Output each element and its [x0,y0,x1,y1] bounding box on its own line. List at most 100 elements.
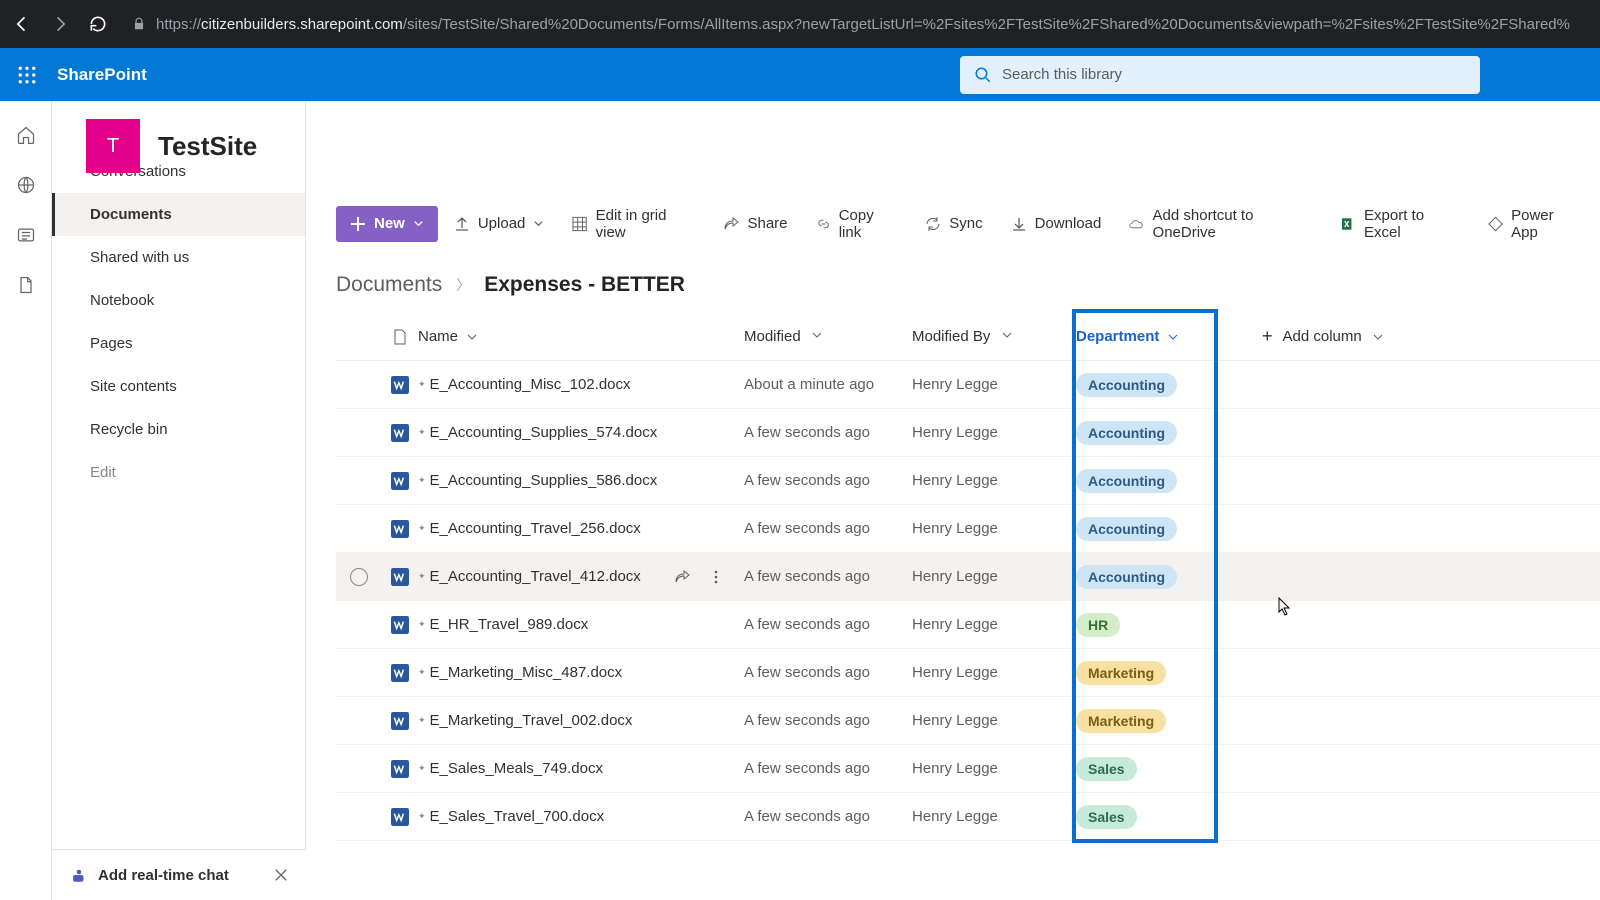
download-button[interactable]: Download [999,206,1114,242]
nav-item-edit[interactable]: Edit [52,451,305,494]
search-input[interactable] [1002,66,1466,83]
news-icon[interactable] [16,225,36,245]
table-row[interactable]: ✦E_Accounting_Supplies_574.docxA few sec… [336,409,1600,457]
modified-by-cell[interactable]: Henry Legge [912,808,1076,825]
department-cell: Accounting [1076,565,1216,589]
upload-button[interactable]: Upload [442,206,557,242]
file-name[interactable]: ✦E_Accounting_Travel_256.docx [418,520,744,537]
modified-cell: A few seconds ago [744,616,912,633]
sync-button[interactable]: Sync [913,206,994,242]
globe-icon[interactable] [16,175,36,195]
edit-grid-button[interactable]: Edit in grid view [560,206,707,242]
word-doc-icon [391,808,409,826]
nav-item-notebook[interactable]: Notebook [52,279,305,322]
column-department[interactable]: Department [1076,328,1216,345]
share-icon [723,216,739,232]
department-pill[interactable]: Accounting [1076,565,1177,589]
site-nav: HomeConversationsDocumentsShared with us… [52,101,306,849]
copy-link-button[interactable]: Copy link [804,206,910,242]
department-pill[interactable]: Accounting [1076,469,1177,493]
table-row[interactable]: ✦E_Marketing_Travel_002.docxA few second… [336,697,1600,745]
select-circle[interactable] [350,568,368,586]
modified-cell: A few seconds ago [744,664,912,681]
department-pill[interactable]: Marketing [1076,709,1166,733]
add-column-button[interactable]: +Add column [1216,326,1396,347]
modified-by-cell[interactable]: Henry Legge [912,424,1076,441]
nav-item-pages[interactable]: Pages [52,322,305,365]
table-row[interactable]: ✦E_Accounting_Travel_412.docxA few secon… [336,553,1600,601]
nav-item-shared-with-us[interactable]: Shared with us [52,236,305,279]
teams-icon [70,866,88,884]
file-name[interactable]: ✦E_Sales_Meals_749.docx [418,760,744,777]
table-row[interactable]: ✦E_Marketing_Misc_487.docxA few seconds … [336,649,1600,697]
department-pill[interactable]: Accounting [1076,373,1177,397]
back-icon[interactable] [12,14,32,34]
department-pill[interactable]: Accounting [1076,517,1177,541]
files-icon[interactable] [16,275,36,295]
department-cell: Accounting [1076,421,1216,445]
word-doc-icon [391,760,409,778]
power-apps-button[interactable]: Power App [1476,206,1592,242]
lock-icon [132,17,146,31]
file-name[interactable]: ✦E_Accounting_Supplies_574.docx [418,424,744,441]
nav-item-recycle-bin[interactable]: Recycle bin [52,408,305,451]
department-pill[interactable]: Marketing [1076,661,1166,685]
nav-item-documents[interactable]: Documents [52,193,305,236]
department-pill[interactable]: Sales [1076,805,1137,829]
nav-item-site-contents[interactable]: Site contents [52,365,305,408]
add-shortcut-button[interactable]: Add shortcut to OneDrive [1117,206,1325,242]
file-name[interactable]: ✦E_Accounting_Travel_412.docx [418,568,744,585]
department-pill[interactable]: Accounting [1076,421,1177,445]
app-launcher-button[interactable] [0,66,53,84]
table-row[interactable]: ✦E_Accounting_Supplies_586.docxA few sec… [336,457,1600,505]
modified-by-cell[interactable]: Henry Legge [912,568,1076,585]
department-cell: Sales [1076,805,1216,829]
file-icon [392,329,408,345]
modified-by-cell[interactable]: Henry Legge [912,520,1076,537]
share-icon[interactable] [674,569,690,585]
more-icon[interactable] [708,569,724,585]
close-icon[interactable] [274,868,288,882]
modified-by-cell[interactable]: Henry Legge [912,616,1076,633]
suite-brand[interactable]: SharePoint [53,65,147,85]
chat-promo-label[interactable]: Add real-time chat [98,867,229,884]
file-name[interactable]: ✦E_Accounting_Misc_102.docx [418,376,744,393]
column-modified-by[interactable]: Modified By [912,328,1076,345]
column-modified[interactable]: Modified [744,328,912,345]
search-box[interactable] [960,56,1480,94]
share-button[interactable]: Share [711,206,799,242]
home-icon[interactable] [16,125,36,145]
modified-by-cell[interactable]: Henry Legge [912,472,1076,489]
table-row[interactable]: ✦E_Sales_Meals_749.docxA few seconds ago… [336,745,1600,793]
table-row[interactable]: ✦E_Sales_Travel_700.docxA few seconds ag… [336,793,1600,841]
table-row[interactable]: ✦E_Accounting_Travel_256.docxA few secon… [336,505,1600,553]
export-excel-button[interactable]: Export to Excel [1329,206,1472,242]
address-bar[interactable]: https://citizenbuilders.sharepoint.com/s… [124,0,1588,48]
modified-by-cell[interactable]: Henry Legge [912,712,1076,729]
table-row[interactable]: ✦E_Accounting_Misc_102.docxAbout a minut… [336,361,1600,409]
table-row[interactable]: ✦E_HR_Travel_989.docxA few seconds agoHe… [336,601,1600,649]
waffle-icon [18,66,36,84]
department-pill[interactable]: Sales [1076,757,1137,781]
plus-icon [350,216,366,232]
department-pill[interactable]: HR [1076,613,1120,637]
modified-by-cell[interactable]: Henry Legge [912,664,1076,681]
global-rail [0,101,52,900]
forward-icon[interactable] [50,14,70,34]
file-name[interactable]: ✦E_Accounting_Supplies_586.docx [418,472,744,489]
breadcrumb-root[interactable]: Documents [336,273,442,297]
file-name[interactable]: ✦E_Marketing_Misc_487.docx [418,664,744,681]
department-cell: Accounting [1076,517,1216,541]
file-name[interactable]: ✦E_Sales_Travel_700.docx [418,808,744,825]
search-icon [974,66,992,84]
modified-by-cell[interactable]: Henry Legge [912,760,1076,777]
reload-icon[interactable] [88,14,108,34]
new-button[interactable]: New [336,206,438,242]
file-name[interactable]: ✦E_Marketing_Travel_002.docx [418,712,744,729]
chevron-down-icon [1372,331,1384,343]
browser-toolbar: https://citizenbuilders.sharepoint.com/s… [0,0,1600,48]
file-name[interactable]: ✦E_HR_Travel_989.docx [418,616,744,633]
column-name[interactable]: Name [418,328,744,345]
powerapps-icon [1488,216,1503,232]
modified-by-cell[interactable]: Henry Legge [912,376,1076,393]
